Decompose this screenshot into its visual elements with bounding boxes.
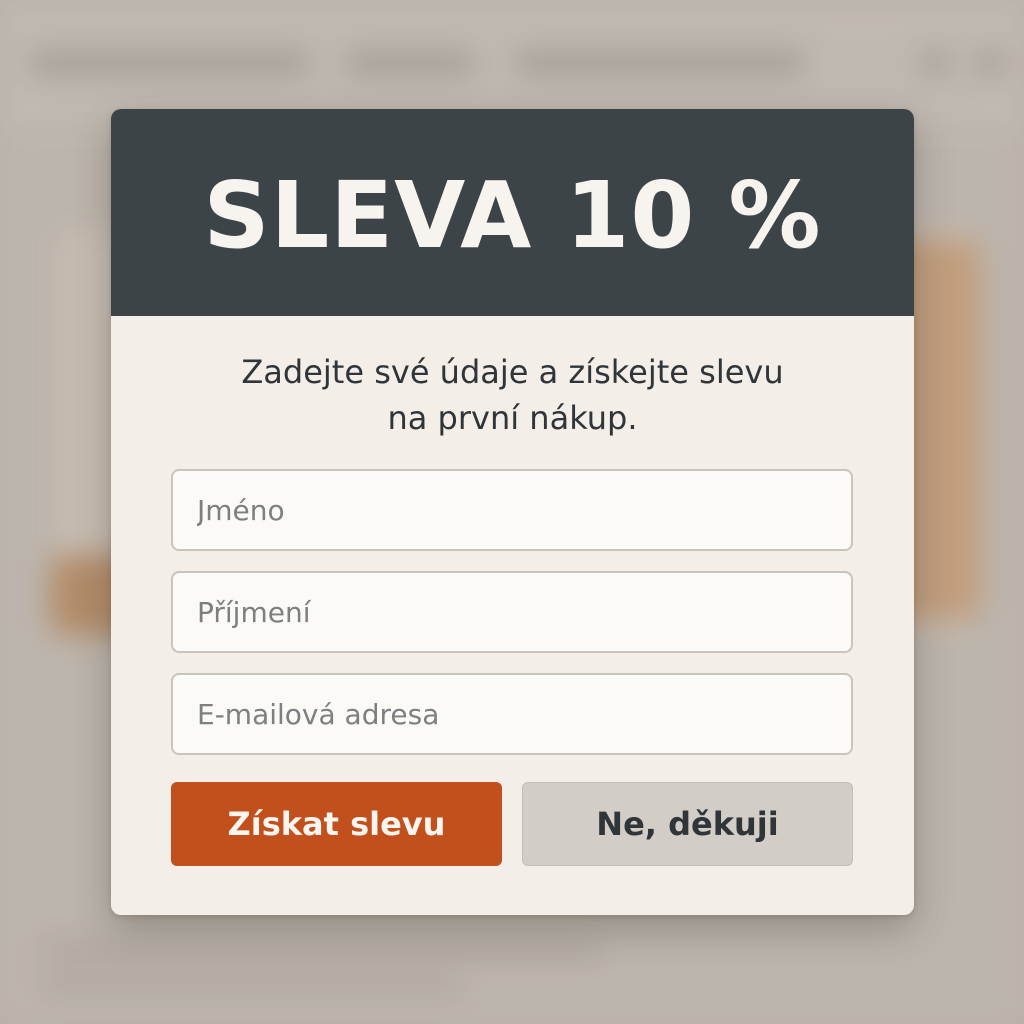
email-field[interactable]	[171, 673, 853, 755]
discount-modal: SLEVA 10 % Zadejte své údaje a získejte …	[111, 109, 914, 915]
get-discount-button[interactable]: Získat slevu	[171, 782, 502, 866]
modal-header: SLEVA 10 %	[111, 109, 914, 316]
modal-subtitle: Zadejte své údaje a získejte slevu na pr…	[111, 349, 914, 441]
modal-subtitle-line: na první nákup.	[387, 399, 638, 437]
last-name-input[interactable]	[173, 573, 851, 651]
modal-title: SLEVA 10 %	[203, 161, 822, 269]
modal-subtitle-line: Zadejte své údaje a získejte slevu	[241, 353, 784, 391]
first-name-input[interactable]	[173, 471, 851, 549]
decline-button[interactable]: Ne, děkuji	[522, 782, 853, 866]
first-name-field[interactable]	[171, 469, 853, 551]
last-name-field[interactable]	[171, 571, 853, 653]
page: SLEVA 10 % Zadejte své údaje a získejte …	[0, 0, 1024, 1024]
email-input[interactable]	[173, 675, 851, 753]
